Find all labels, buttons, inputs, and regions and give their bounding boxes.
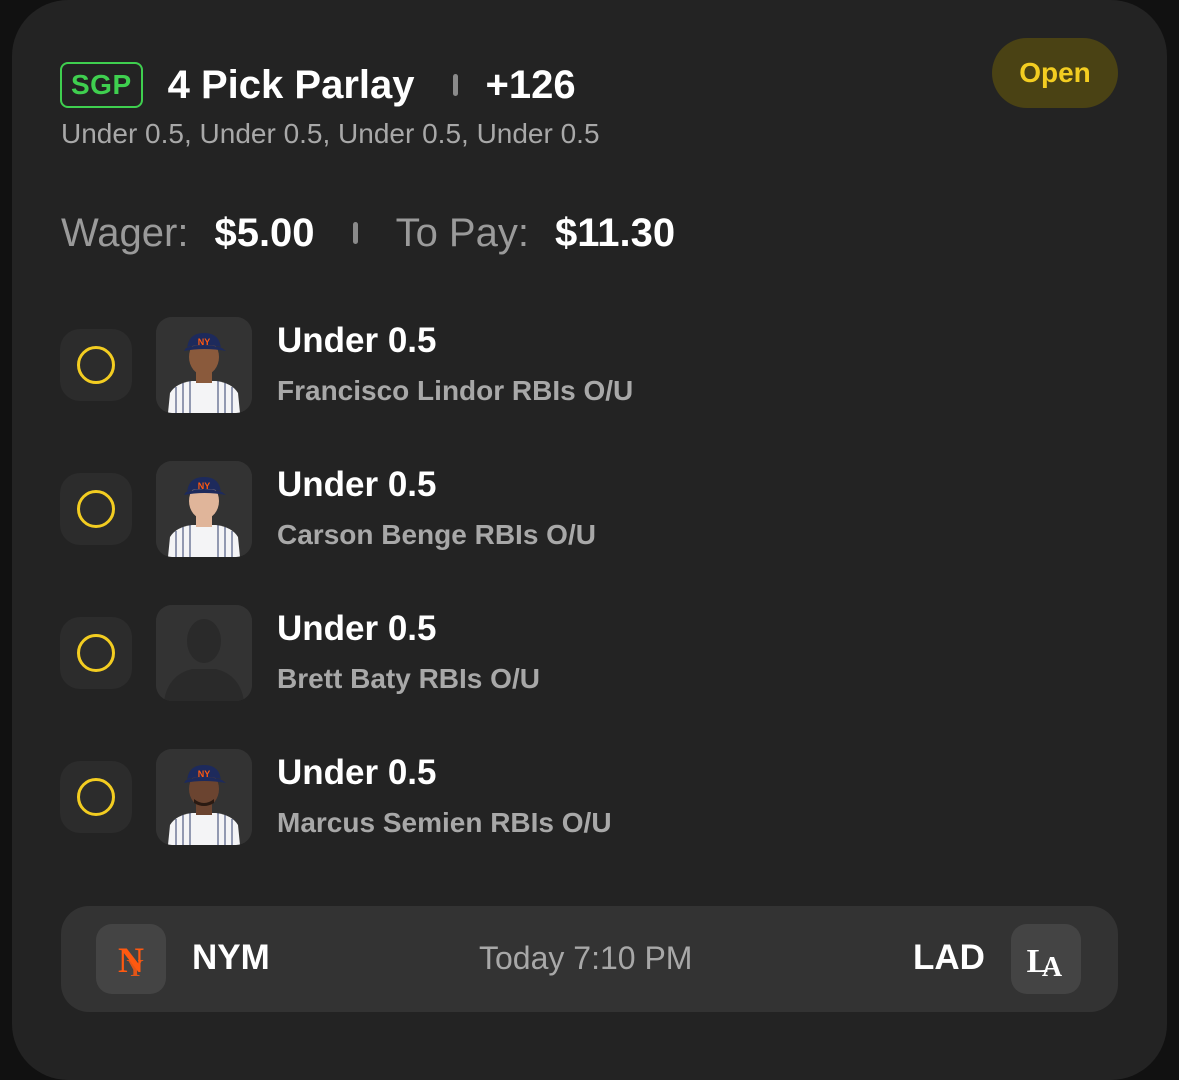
- svg-text:NY: NY: [198, 769, 211, 779]
- svg-text:Y: Y: [126, 956, 143, 982]
- pick-market: Francisco Lindor RBIs O/U: [277, 375, 634, 406]
- home-team-abbr: NYM: [192, 938, 270, 977]
- bet-odds: +126: [485, 62, 576, 107]
- pick-market: Carson Benge RBIs O/U: [277, 519, 596, 550]
- player-headshot: NY: [156, 461, 252, 557]
- away-team-abbr: LAD: [913, 938, 985, 977]
- svg-text:NY: NY: [198, 337, 211, 347]
- mets-logo-icon: N Y: [96, 924, 166, 994]
- pending-circle-icon: [77, 346, 115, 384]
- pick-market: Brett Baty RBIs O/U: [277, 663, 540, 694]
- pick-selection: Under 0.5: [277, 609, 437, 648]
- wager-label: Wager:: [61, 210, 189, 255]
- pick-row[interactable]: Under 0.5 Brett Baty RBIs O/U: [60, 605, 960, 701]
- bet-title: 4 Pick Parlay: [167, 62, 415, 107]
- pick-status-button[interactable]: [60, 473, 132, 545]
- pick-selection: Under 0.5: [277, 753, 437, 792]
- pick-status-button[interactable]: [60, 617, 132, 689]
- bet-header: SGP 4 Pick Parlay +126: [60, 60, 576, 110]
- pending-circle-icon: [77, 490, 115, 528]
- pending-circle-icon: [77, 634, 115, 672]
- wager-row: Wager: $5.00 To Pay: $11.30: [61, 205, 675, 261]
- game-info-bar[interactable]: N Y NYM Today 7:10 PM LAD L A: [61, 906, 1118, 1012]
- dodgers-logo-icon: L A: [1011, 924, 1081, 994]
- bet-summary: Under 0.5, Under 0.5, Under 0.5, Under 0…: [61, 118, 600, 149]
- pick-market: Marcus Semien RBIs O/U: [277, 807, 612, 838]
- sgp-badge: SGP: [60, 62, 143, 108]
- pick-row[interactable]: NY Under 0.5 Francisco Lindor RBIs O/U: [60, 317, 960, 413]
- placeholder-silhouette: [156, 605, 252, 701]
- pick-row[interactable]: NY Under 0.5 Marcus Semien RBIs O/U: [60, 749, 960, 845]
- parlay-card[interactable]: SGP 4 Pick Parlay +126 Open Under 0.5, U…: [12, 0, 1167, 1080]
- pick-selection: Under 0.5: [277, 465, 437, 504]
- pending-circle-icon: [77, 778, 115, 816]
- pick-status-button[interactable]: [60, 761, 132, 833]
- pick-status-button[interactable]: [60, 329, 132, 401]
- svg-text:NY: NY: [198, 481, 211, 491]
- player-headshot: NY: [156, 749, 252, 845]
- pick-row[interactable]: NY Under 0.5 Carson Benge RBIs O/U: [60, 461, 960, 557]
- pick-selection: Under 0.5: [277, 321, 437, 360]
- title-divider: [452, 74, 458, 96]
- game-time: Today 7:10 PM: [479, 940, 693, 976]
- wager-divider: [352, 222, 358, 244]
- svg-text:A: A: [1042, 952, 1063, 983]
- to-pay-value: $11.30: [554, 210, 676, 255]
- to-pay-label: To Pay:: [395, 210, 529, 255]
- status-badge: Open: [992, 38, 1118, 108]
- player-headshot: NY: [156, 317, 252, 413]
- wager-value: $5.00: [214, 210, 315, 255]
